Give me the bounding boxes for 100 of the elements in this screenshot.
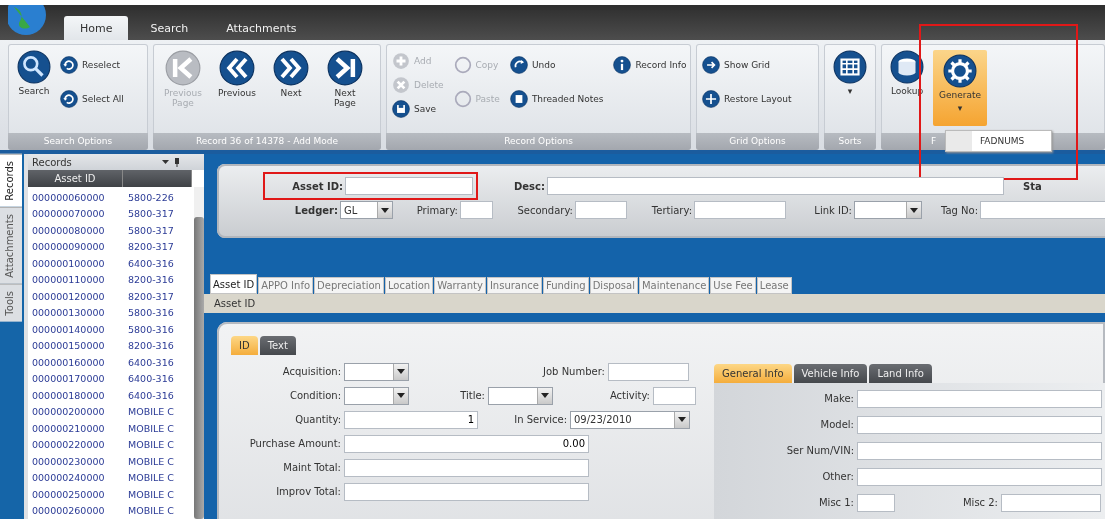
date-picker[interactable]: 09/23/2010 [570,410,690,429]
group-label: Grid Options [696,133,819,150]
table-cell[interactable]: 000000210000 [28,422,126,434]
side-tab[interactable]: Attachments [0,206,22,284]
navigation-button[interactable]: Next Page [321,50,369,109]
tab[interactable]: Funding [542,277,589,294]
tab[interactable]: Maintenance [638,277,710,294]
tab[interactable]: ID [231,336,258,355]
group-label: Search Options [8,133,148,150]
panel-title: Records [32,156,72,168]
table-cell[interactable]: 000000230000 [28,455,126,467]
ribbon-tab[interactable]: Attachments [210,16,313,40]
field-label: Maint Total: [282,462,341,473]
field-label: Secondary: [516,204,573,216]
table-cell[interactable]: 000000130000 [28,307,126,319]
table-cell[interactable]: MOBILE C [126,472,174,484]
table-cell[interactable]: 000000170000 [28,373,126,385]
table-cell[interactable]: 8200-317 [126,241,174,253]
ribbon-tab[interactable]: Search [134,16,205,40]
table-cell[interactable]: 000000220000 [28,439,126,451]
table-cell[interactable]: 5800-226 [126,191,174,203]
table-cell[interactable]: 000000120000 [28,290,126,302]
sorts-button[interactable]: ▾ [830,50,870,97]
ribbon-tab[interactable]: Home [64,16,129,40]
table-cell[interactable]: 000000140000 [28,323,126,335]
generate-button[interactable]: Generate ▾ [933,50,988,126]
navigation-button[interactable]: Next [267,50,315,99]
field-label: Misc 2: [961,497,998,508]
tab[interactable]: Lease [756,277,792,294]
table-cell[interactable]: MOBILE C [126,455,174,467]
tab[interactable]: Warranty [434,277,486,294]
field-label: Link ID: [813,204,852,216]
table-cell[interactable]: 000000250000 [28,488,126,500]
table-cell[interactable]: MOBILE C [126,488,174,500]
table-cell[interactable]: MOBILE C [126,505,174,517]
tab[interactable]: APPO Info [258,277,314,294]
toolbar-button[interactable]: Restore Layout [702,88,792,110]
table-cell[interactable]: 000000080000 [28,224,126,236]
table-cell[interactable]: 8200-316 [126,340,174,352]
field-label: Ser Num/VIN: [785,445,854,456]
side-tab[interactable]: Records [0,154,22,207]
tab[interactable]: Text [259,336,296,355]
menu-item[interactable]: FADNUMS [946,131,1051,151]
tab[interactable]: General Info [714,364,792,383]
tab[interactable]: Insurance [486,277,542,294]
table-cell[interactable]: 5800-316 [126,323,174,335]
table-cell[interactable]: 5800-317 [126,224,174,236]
toolbar-button[interactable]: Undo [509,54,604,76]
table-cell[interactable]: 000000090000 [28,241,126,253]
table-cell[interactable]: 6400-316 [126,356,174,368]
reselect-button[interactable]: Reselect [60,54,124,76]
toolbar-button[interactable]: Record Info [613,54,687,76]
column-header[interactable]: Asset ID [28,170,123,187]
select-all-button[interactable]: Select All [60,88,124,110]
table-cell[interactable]: 5800-316 [126,307,174,319]
input-field[interactable]: 0.00 [344,434,589,453]
tab[interactable]: Use Fee [710,277,756,294]
group-label: Sorts [824,133,876,150]
table-cell[interactable]: 8200-316 [126,274,174,286]
field-label: Purchase Amount: [248,438,341,449]
field-label: Tag No: [939,204,978,216]
navigation-button[interactable]: Previous [213,50,261,99]
tab[interactable]: Land Info [869,364,932,383]
dropdown[interactable]: GL [340,201,393,219]
table-cell[interactable]: 000000240000 [28,472,126,484]
table-cell[interactable]: 000000100000 [28,257,126,269]
field-label: Job Number: [541,366,605,377]
table-cell[interactable]: 000000200000 [28,406,126,418]
toolbar-button[interactable]: Threaded Notes [509,88,604,110]
field-label: Condition: [288,390,341,401]
tab[interactable]: Depreciation [314,277,384,294]
tab[interactable]: Location [384,277,434,294]
table-cell[interactable]: 000000060000 [28,191,126,203]
table-cell[interactable]: 8200-317 [126,290,174,302]
tab[interactable]: Vehicle Info [793,364,868,383]
tab[interactable]: Disposal [589,277,638,294]
table-cell[interactable]: 5800-317 [126,208,174,220]
toolbar-button[interactable]: Save [392,98,444,120]
table-cell[interactable]: 000000160000 [28,356,126,368]
table-cell[interactable]: 6400-316 [126,257,174,269]
field-label: Sta [1023,180,1042,192]
table-cell[interactable]: 000000110000 [28,274,126,286]
field-label: Model: [819,419,854,430]
field-label: Misc 1: [817,497,854,508]
table-cell[interactable]: 000000260000 [28,505,126,517]
field-label: Acquisition: [281,366,341,377]
table-cell[interactable]: MOBILE C [126,422,174,434]
side-tab[interactable]: Tools [0,283,22,322]
table-cell[interactable]: 000000070000 [28,208,126,220]
table-cell[interactable]: 000000180000 [28,389,126,401]
tab[interactable]: Asset ID [210,274,258,294]
table-cell[interactable]: MOBILE C [126,439,174,451]
table-cell[interactable]: 000000150000 [28,340,126,352]
table-cell[interactable]: 6400-316 [126,389,174,401]
search-button[interactable]: Search [14,50,54,97]
input-field[interactable]: 1 [344,410,478,429]
field-label: Tertiary: [650,204,692,216]
toolbar-button[interactable]: Show Grid [702,54,792,76]
table-cell[interactable]: MOBILE C [126,406,174,418]
table-cell[interactable]: 6400-316 [126,373,174,385]
